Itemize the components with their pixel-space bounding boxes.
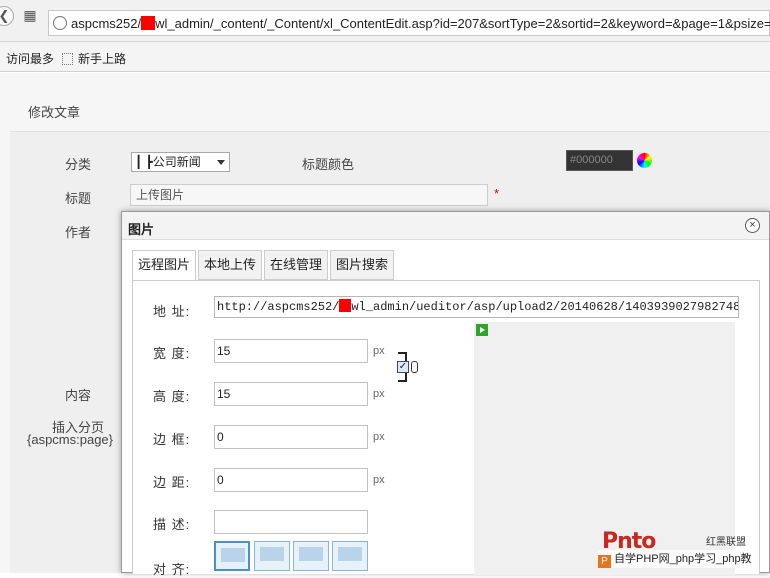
align-none-option[interactable]	[214, 541, 250, 571]
align-none-icon	[221, 548, 245, 562]
close-icon[interactable]: ×	[745, 218, 760, 233]
height-label: 高 度:	[153, 389, 191, 404]
color-input[interactable]: #000000	[566, 150, 633, 171]
tab-image-search[interactable]: 图片搜索	[330, 250, 395, 280]
description-input[interactable]	[214, 510, 368, 534]
pagebreak-code: {aspcms:page}	[27, 432, 114, 447]
watermark-line: P 自学PHP网_php学习_php教	[598, 550, 752, 568]
category-select[interactable]: ┃ ┣公司新闻	[131, 152, 230, 172]
category-label: 分类	[65, 157, 92, 172]
width-input[interactable]: 15	[214, 339, 368, 363]
height-input[interactable]: 15	[214, 382, 368, 406]
lock-ratio-checkbox[interactable]: ✓	[397, 361, 409, 373]
watermark-sub: 红黑联盟	[706, 537, 746, 548]
align-right-icon	[299, 547, 323, 561]
align-left-icon	[260, 547, 284, 561]
title-color-label: 标题颜色	[302, 157, 355, 172]
align-center-icon	[338, 547, 362, 561]
play-icon[interactable]	[476, 324, 488, 336]
dialog-title: 图片	[128, 222, 155, 237]
image-dialog: 图片 × 远程图片 本地上传 在线管理 图片搜索 地 址: http://asp…	[121, 211, 770, 577]
address-bar[interactable]: aspcms252/wl_admin/_content/_Content/xl_…	[48, 10, 770, 36]
color-picker-icon[interactable]	[637, 153, 652, 168]
redacted-block	[141, 16, 156, 30]
browser-toolbar: ❮ ▦ aspcms252/wl_admin/_content/_Content…	[0, 0, 770, 42]
align-right-option[interactable]	[293, 541, 329, 571]
align-left-option[interactable]	[254, 541, 290, 571]
border-label: 边 框:	[153, 432, 191, 447]
back-icon[interactable]: ❮	[0, 6, 14, 26]
description-label: 描 述:	[153, 517, 191, 532]
image-url-input[interactable]: http://aspcms252/wl_admin/ueditor/asp/up…	[214, 296, 739, 318]
sidebar-icon[interactable]: ▦	[20, 6, 40, 26]
author-label: 作者	[65, 225, 92, 240]
page-icon	[62, 53, 73, 65]
title-input[interactable]: 上传图片	[130, 184, 488, 206]
php-logo-icon: P	[598, 555, 611, 568]
redacted-block	[339, 299, 352, 312]
margin-unit: px	[373, 474, 385, 486]
width-unit: px	[373, 345, 385, 357]
align-center-option[interactable]	[332, 541, 368, 571]
height-unit: px	[373, 388, 385, 400]
margin-input[interactable]: 0	[214, 468, 368, 492]
chevron-down-icon	[217, 160, 225, 165]
site-watermark: Pnto 红黑联盟 P 自学PHP网_php学习_php教	[598, 529, 770, 573]
bookmark-getting-started[interactable]: 新手上路	[62, 50, 126, 67]
margin-label: 边 距:	[153, 475, 191, 490]
page-title: 修改文章	[28, 105, 81, 120]
lock-icon	[411, 361, 418, 373]
width-label: 宽 度:	[153, 346, 191, 361]
border-unit: px	[373, 431, 385, 443]
border-input[interactable]: 0	[214, 425, 368, 449]
addr-label: 地 址:	[153, 304, 191, 319]
tab-online-manage[interactable]: 在线管理	[264, 250, 329, 280]
align-label: 对 齐:	[153, 562, 191, 577]
bookmark-most-visited[interactable]: 访问最多	[6, 50, 54, 67]
dialog-header: 图片 ×	[122, 212, 769, 240]
content-label: 内容	[65, 388, 92, 403]
globe-icon	[53, 16, 67, 30]
tab-remote-image[interactable]: 远程图片	[132, 250, 197, 281]
tab-local-upload[interactable]: 本地上传	[198, 250, 263, 280]
required-mark: *	[494, 186, 500, 201]
bookmarks-bar: 访问最多 新手上路 |	[0, 42, 770, 110]
address-text: aspcms252/wl_admin/_content/_Content/xl_…	[71, 16, 770, 31]
title-label: 标题	[65, 191, 92, 206]
